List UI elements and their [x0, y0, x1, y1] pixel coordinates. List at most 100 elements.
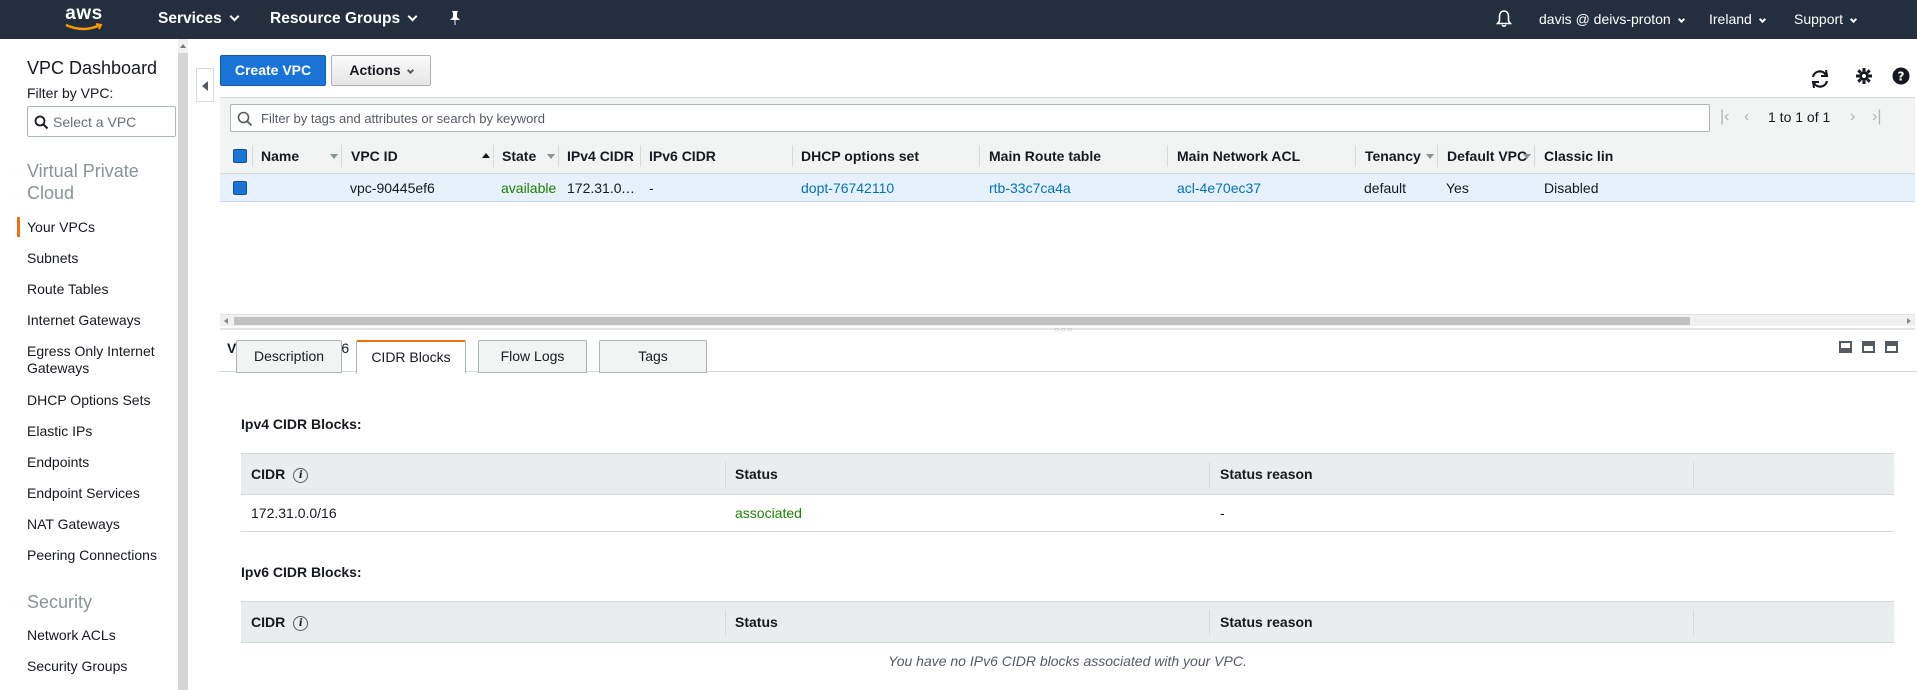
- chevron-down-icon: [1850, 15, 1858, 24]
- actions-button[interactable]: Actions: [331, 55, 431, 86]
- sidebar-item-internet-gateways[interactable]: Internet Gateways: [27, 312, 167, 329]
- tab-cidr-blocks[interactable]: CIDR Blocks: [356, 340, 466, 374]
- column-header-tenancy[interactable]: Tenancy: [1365, 138, 1421, 174]
- column-header-cidr: CIDR i: [251, 454, 309, 496]
- column-header-dhcp-options-set[interactable]: DHCP options set: [801, 138, 919, 174]
- cell-default-vpc: Yes: [1446, 180, 1469, 196]
- vpc-filter-placeholder: Select a VPC: [53, 114, 137, 130]
- column-header-status: Status: [735, 614, 778, 630]
- sidebar-item-route-tables[interactable]: Route Tables: [27, 281, 167, 298]
- column-header-classic-link[interactable]: Classic lin: [1544, 138, 1613, 174]
- sidebar-item-endpoints[interactable]: Endpoints: [27, 454, 167, 471]
- select-all-checkbox[interactable]: [233, 149, 247, 163]
- ipv4-cidr-blocks-title: Ipv4 CIDR Blocks:: [241, 416, 362, 432]
- column-header-main-network-acl[interactable]: Main Network ACL: [1177, 138, 1300, 174]
- sidebar-item-nat-gateways[interactable]: NAT Gateways: [27, 516, 167, 533]
- vpc-table-header: Name VPC ID State IPv4 CIDR IPv6 CIDR DH…: [220, 138, 1915, 174]
- sidebar-item-egress-only-internet-gateways[interactable]: Egress Only Internet Gateways: [27, 343, 167, 377]
- aws-smile-icon: [65, 23, 103, 31]
- column-header-state[interactable]: State: [502, 138, 536, 174]
- sort-icon[interactable]: [330, 154, 338, 159]
- support-label: Support: [1794, 11, 1844, 27]
- column-header-name[interactable]: Name: [261, 138, 299, 174]
- chevron-down-icon: [407, 11, 418, 22]
- table-row[interactable]: vpc-90445ef6 available 172.31.0.…. - dop…: [220, 174, 1915, 202]
- column-header-vpc-id[interactable]: VPC ID: [351, 138, 398, 174]
- sort-ascending-icon[interactable]: [482, 153, 490, 158]
- sidebar-item-security-groups[interactable]: Security Groups: [27, 658, 167, 675]
- column-header-cidr-label: CIDR: [251, 614, 286, 630]
- tab-flow-logs[interactable]: Flow Logs: [478, 340, 587, 373]
- account-menu[interactable]: davis @ deivs-proton: [1539, 0, 1685, 39]
- cell-dhcp-options-set-link[interactable]: dopt-76742110: [801, 174, 894, 202]
- splitter-grip-icon[interactable]: ○○○: [1054, 325, 1075, 334]
- column-header-default-vpc[interactable]: Default VPC: [1447, 138, 1527, 174]
- vpc-filter-select[interactable]: Select a VPC: [27, 106, 176, 137]
- cell-status: associated: [735, 505, 802, 521]
- gear-icon[interactable]: [1855, 67, 1873, 85]
- row-checkbox[interactable]: [233, 181, 247, 195]
- support-menu[interactable]: Support: [1794, 0, 1858, 39]
- actions-label: Actions: [349, 62, 401, 78]
- sort-icon[interactable]: [1523, 154, 1531, 159]
- collapse-sidebar-button[interactable]: [196, 68, 214, 102]
- column-header-ipv6-cidr[interactable]: IPv6 CIDR: [649, 138, 716, 174]
- pane-splitter[interactable]: ○○○: [220, 325, 1915, 334]
- sidebar-scrollbar[interactable]: [178, 53, 188, 690]
- sidebar-scroll-up[interactable]: [178, 39, 188, 53]
- scroll-left-icon[interactable]: [224, 318, 228, 324]
- cell-main-network-acl-link[interactable]: acl-4e70ec37: [1177, 174, 1261, 202]
- resource-groups-menu[interactable]: Resource Groups: [270, 0, 418, 39]
- pane-top-icon[interactable]: [1885, 341, 1898, 353]
- next-page-icon[interactable]: ›: [1850, 109, 1855, 125]
- sidebar-item-dhcp-options-sets[interactable]: DHCP Options Sets: [27, 392, 167, 409]
- last-page-icon[interactable]: ›|: [1872, 109, 1881, 125]
- pane-bottom-icon[interactable]: [1839, 341, 1852, 353]
- column-header-ipv4-cidr[interactable]: IPv4 CIDR: [567, 138, 634, 174]
- sidebar-item-elastic-ips[interactable]: Elastic IPs: [27, 423, 167, 440]
- filter-by-vpc-label: Filter by VPC:: [27, 85, 114, 101]
- chevron-down-icon: [406, 66, 414, 75]
- column-header-status-reason: Status reason: [1220, 614, 1313, 630]
- scroll-right-icon[interactable]: [1907, 318, 1911, 324]
- cell-status-reason: -: [1220, 505, 1225, 521]
- first-page-icon[interactable]: |‹: [1720, 109, 1729, 125]
- aws-logo-text: aws: [65, 3, 103, 24]
- region-label: Ireland: [1709, 11, 1752, 27]
- svg-text:?: ?: [1898, 70, 1905, 84]
- column-header-main-route-table[interactable]: Main Route table: [989, 138, 1101, 174]
- sidebar-item-peering-connections[interactable]: Peering Connections: [27, 547, 167, 564]
- search-input[interactable]: Filter by tags and attributes or search …: [230, 104, 1710, 132]
- previous-page-icon[interactable]: ‹: [1744, 109, 1749, 125]
- section-virtual-private-cloud: Virtual Private Cloud: [27, 161, 139, 203]
- sidebar-item-your-vpcs[interactable]: Your VPCs: [27, 219, 167, 236]
- pin-icon[interactable]: [448, 10, 462, 28]
- scrollbar-thumb[interactable]: [234, 317, 1690, 325]
- help-icon[interactable]: ?: [1892, 67, 1910, 85]
- chevron-down-icon: [1758, 15, 1766, 24]
- tab-tags[interactable]: Tags: [599, 340, 707, 373]
- info-icon[interactable]: i: [293, 616, 309, 631]
- services-menu[interactable]: Services: [158, 0, 240, 39]
- sort-icon[interactable]: [1426, 154, 1434, 159]
- search-icon: [34, 115, 49, 130]
- cell-main-route-table-link[interactable]: rtb-33c7ca4a: [989, 174, 1071, 202]
- sort-icon[interactable]: [547, 154, 555, 159]
- section-security: Security: [27, 592, 93, 612]
- tab-description[interactable]: Description: [236, 340, 342, 373]
- region-menu[interactable]: Ireland: [1709, 0, 1766, 39]
- info-icon[interactable]: i: [293, 468, 309, 483]
- refresh-icon[interactable]: [1809, 69, 1831, 89]
- ipv6-empty-message: You have no IPv6 CIDR blocks associated …: [888, 653, 1247, 669]
- aws-logo[interactable]: aws: [62, 4, 106, 34]
- bell-icon[interactable]: [1495, 10, 1513, 30]
- pane-split-icon[interactable]: [1862, 341, 1875, 353]
- sidebar-item-network-acls[interactable]: Network ACLs: [27, 627, 167, 644]
- main-content: Create VPC Actions ? Filter by tags and …: [219, 39, 1917, 690]
- sidebar-item-endpoint-services[interactable]: Endpoint Services: [27, 485, 167, 502]
- create-vpc-button[interactable]: Create VPC: [220, 55, 326, 86]
- ipv6-cidr-table-header: CIDR i Status Status reason: [241, 601, 1894, 643]
- sidebar-title[interactable]: VPC Dashboard: [27, 58, 157, 79]
- tabs-divider: [219, 371, 1917, 372]
- sidebar-item-subnets[interactable]: Subnets: [27, 250, 167, 267]
